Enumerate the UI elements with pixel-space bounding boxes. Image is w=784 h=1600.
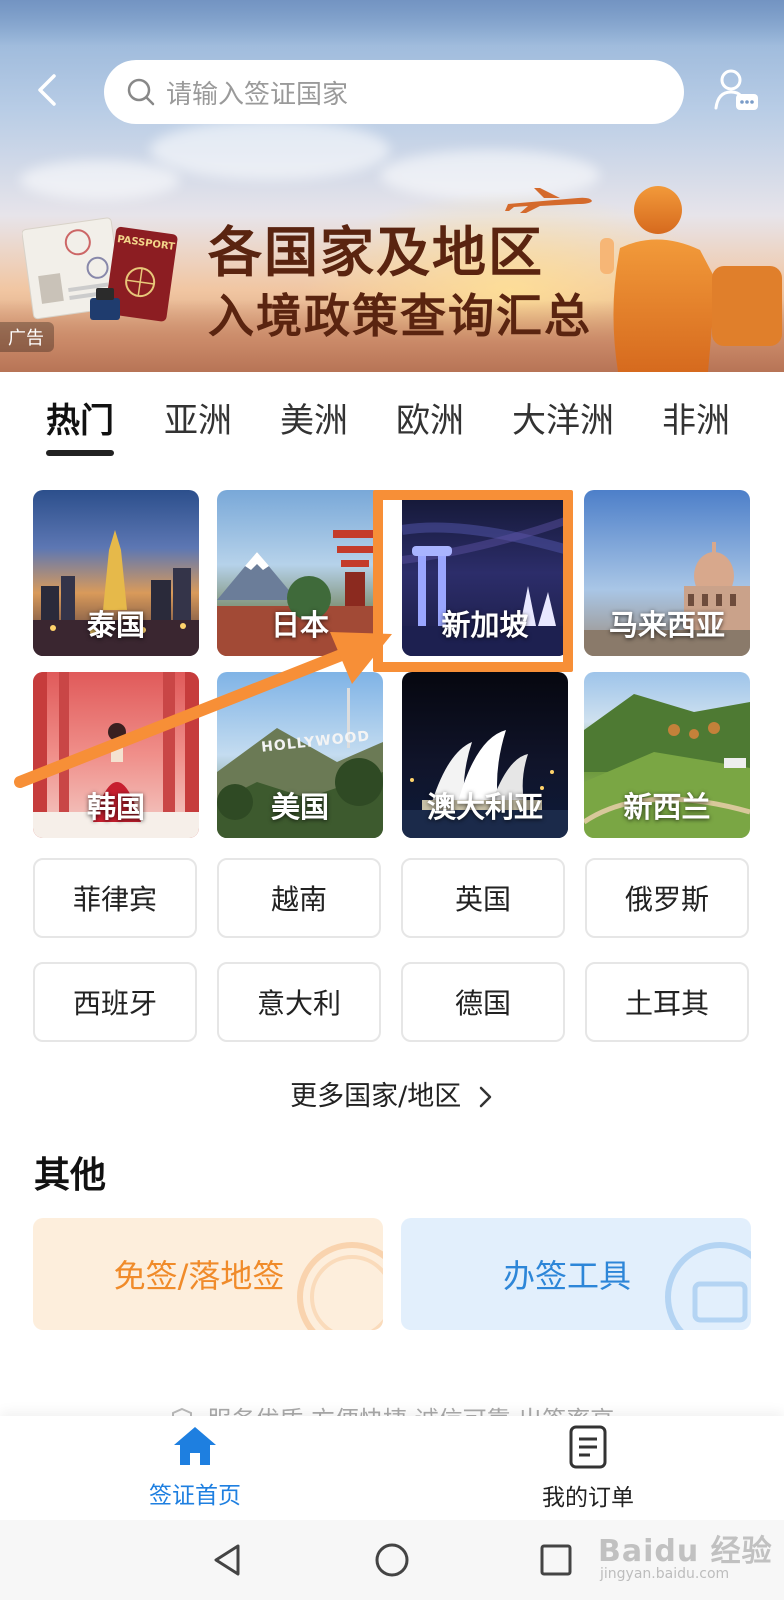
system-home-icon[interactable]	[372, 1540, 412, 1580]
visa-free-watermark-icon	[297, 1242, 383, 1330]
nav-orders-label: 我的订单	[542, 1485, 634, 1511]
pointer-arrow-annotation	[14, 632, 392, 788]
visa-free-card[interactable]: 免签/落地签	[33, 1218, 383, 1330]
nav-home-label: 签证首页	[149, 1483, 241, 1509]
nav-my-orders[interactable]: 我的订单	[498, 1424, 678, 1512]
ad-badge: 广告	[0, 322, 54, 352]
tab-oceania[interactable]: 大洋洲	[512, 396, 614, 446]
bottom-navigation: 签证首页 我的订单	[0, 1416, 784, 1520]
nav-visa-home[interactable]: 签证首页	[105, 1424, 285, 1510]
country-card-malaysia[interactable]: 马来西亚	[584, 490, 750, 656]
traveler-silhouette	[600, 186, 782, 372]
country-button-spain[interactable]: 西班牙	[33, 962, 197, 1042]
chevron-right-icon	[479, 1086, 492, 1108]
more-countries-label: 更多国家/地区	[290, 1081, 462, 1112]
cloud-decoration	[20, 160, 180, 200]
region-tabs: 热门 亚洲 美洲 欧洲 大洋洲 非洲	[0, 386, 784, 462]
order-list-icon	[569, 1425, 607, 1469]
country-name: 马来西亚	[608, 608, 725, 642]
country-name: 澳大利亚	[426, 790, 543, 824]
country-button-russia[interactable]: 俄罗斯	[585, 858, 749, 938]
tab-hot[interactable]: 热门	[46, 396, 114, 446]
system-recents-icon[interactable]	[536, 1540, 576, 1580]
country-button-uk[interactable]: 英国	[401, 858, 565, 938]
visa-tools-label: 办签工具	[502, 1257, 631, 1295]
banner-title-line2: 入境政策查询汇总	[208, 289, 592, 343]
country-button-italy[interactable]: 意大利	[217, 962, 381, 1042]
country-name: 新西兰	[623, 790, 711, 824]
country-card-australia[interactable]: 澳大利亚	[402, 672, 568, 838]
home-icon	[174, 1427, 216, 1465]
other-section-title: 其他	[34, 1155, 107, 1196]
watermark-url: jingyan.baidu.com	[600, 1566, 730, 1582]
sky-gradient	[0, 0, 784, 46]
briefcase-watermark-icon	[665, 1242, 751, 1330]
country-button-vietnam[interactable]: 越南	[217, 858, 381, 938]
country-button-turkey[interactable]: 土耳其	[585, 962, 749, 1042]
more-countries-link[interactable]: 更多国家/地区	[0, 1074, 784, 1113]
country-button-philippines[interactable]: 菲律宾	[33, 858, 197, 938]
visa-free-label: 免签/落地签	[113, 1257, 285, 1295]
search-input[interactable]: 请输入签证国家	[104, 60, 684, 124]
back-arrow-icon[interactable]	[28, 70, 68, 110]
country-button-germany[interactable]: 德国	[401, 962, 565, 1042]
tab-asia[interactable]: 亚洲	[164, 396, 232, 446]
banner-title-line1: 各国家及地区	[208, 221, 544, 284]
visa-tools-card[interactable]: 办签工具	[401, 1218, 751, 1330]
active-tab-indicator	[46, 450, 114, 456]
passport-illustration	[22, 217, 178, 322]
tab-americas[interactable]: 美洲	[280, 396, 348, 446]
search-placeholder: 请输入签证国家	[166, 79, 349, 110]
customer-service-icon[interactable]	[712, 66, 760, 114]
search-icon	[127, 78, 155, 106]
tab-africa[interactable]: 非洲	[662, 396, 730, 446]
baidu-jingyan-watermark: Baidu 经验	[598, 1534, 773, 1569]
country-card-new-zealand[interactable]: 新西兰	[584, 672, 750, 838]
tab-europe[interactable]: 欧洲	[396, 396, 464, 446]
system-back-icon[interactable]	[208, 1540, 248, 1580]
promo-banner[interactable]: PASSPORT 各国家及地区 入境政策查询汇总 广告 请输入签证国家	[0, 0, 784, 372]
cloud-decoration	[150, 120, 390, 180]
